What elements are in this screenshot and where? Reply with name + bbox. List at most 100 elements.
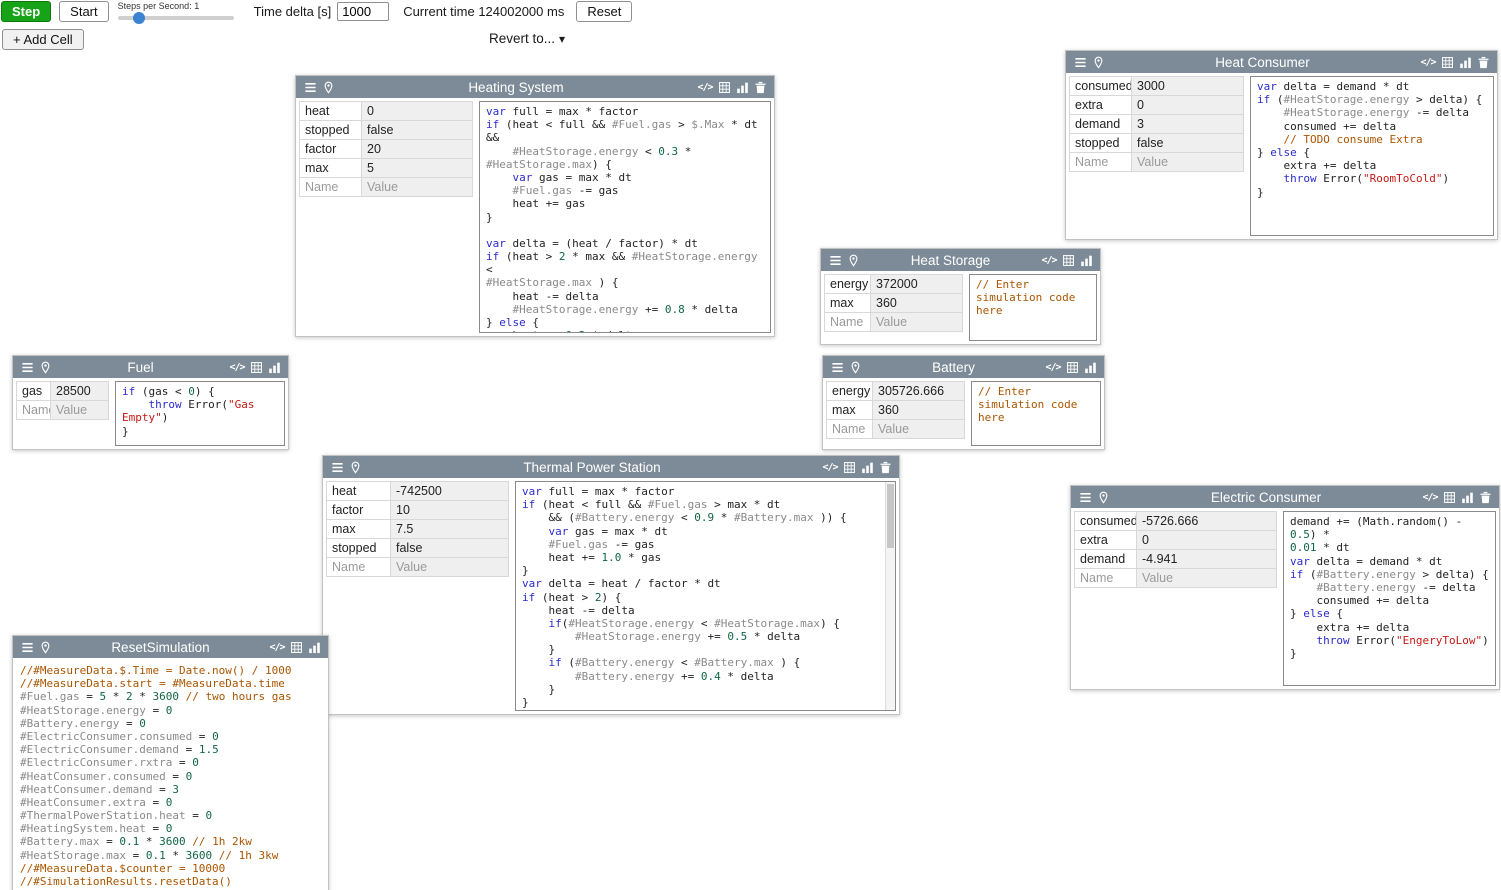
property-key[interactable]: stopped <box>327 539 391 558</box>
property-value[interactable]: 20 <box>362 140 473 159</box>
code-editor[interactable]: // Enter simulation code here <box>969 274 1097 341</box>
code-editor[interactable]: if (gas < 0) { throw Error("Gas Empty") … <box>115 381 285 446</box>
code-editor[interactable]: // Enter simulation code here <box>971 381 1101 446</box>
property-key[interactable]: factor <box>327 501 391 520</box>
code-editor[interactable]: demand += (Math.random() - 0.5) * 0.01 *… <box>1283 511 1496 686</box>
property-key[interactable]: max <box>300 159 362 178</box>
property-value[interactable]: Value <box>871 313 963 332</box>
property-key[interactable]: max <box>827 401 873 420</box>
property-key[interactable]: stopped <box>300 121 362 140</box>
property-value[interactable]: 305726.666 <box>873 382 965 401</box>
time-delta-input[interactable] <box>337 2 389 21</box>
table-view-icon[interactable] <box>1066 361 1079 374</box>
menu-icon[interactable] <box>829 254 842 267</box>
location-pin-icon[interactable] <box>39 361 52 374</box>
start-button[interactable]: Start <box>59 1 108 22</box>
property-key[interactable]: demand <box>1070 115 1132 134</box>
chart-view-icon[interactable] <box>1461 491 1474 504</box>
property-value[interactable]: Value <box>1132 153 1244 172</box>
chart-view-icon[interactable] <box>1080 254 1093 267</box>
table-view-icon[interactable] <box>1441 56 1454 69</box>
menu-icon[interactable] <box>1074 56 1087 69</box>
property-key[interactable]: Name <box>827 420 873 439</box>
property-key[interactable]: energy <box>827 382 873 401</box>
chart-view-icon[interactable] <box>1084 361 1097 374</box>
code-editor[interactable]: var full = max * factor if (heat < full … <box>516 482 885 710</box>
menu-icon[interactable] <box>21 641 34 654</box>
menu-icon[interactable] <box>21 361 34 374</box>
location-pin-icon[interactable] <box>1097 491 1110 504</box>
property-value[interactable]: 0 <box>1137 531 1277 550</box>
panel-header[interactable]: Electric Consumer </> <box>1071 486 1499 508</box>
chart-view-icon[interactable] <box>308 641 321 654</box>
chart-view-icon[interactable] <box>268 361 281 374</box>
add-cell-button[interactable]: + Add Cell <box>2 29 84 50</box>
property-key[interactable]: Name <box>17 401 51 420</box>
steps-per-second-slider[interactable] <box>118 16 234 20</box>
property-value[interactable]: 0 <box>1132 96 1244 115</box>
code-editor[interactable]: var full = max * factor if (heat < full … <box>479 101 771 333</box>
location-pin-icon[interactable] <box>349 461 362 474</box>
property-key[interactable]: Name <box>825 313 871 332</box>
panel-header[interactable]: ResetSimulation </> <box>13 636 328 658</box>
code-view-icon[interactable]: </> <box>1041 255 1056 266</box>
code-view-icon[interactable]: </> <box>1420 57 1435 68</box>
code-editor[interactable]: var delta = demand * dt if (#HeatStorage… <box>1250 76 1494 236</box>
property-value[interactable]: -4.941 <box>1137 550 1277 569</box>
location-pin-icon[interactable] <box>39 641 52 654</box>
location-pin-icon[interactable] <box>1092 56 1105 69</box>
code-view-icon[interactable]: </> <box>697 82 712 93</box>
menu-icon[interactable] <box>831 361 844 374</box>
property-key[interactable]: demand <box>1075 550 1137 569</box>
property-key[interactable]: consumed <box>1070 77 1132 96</box>
property-value[interactable]: 10 <box>391 501 509 520</box>
panel-header[interactable]: Fuel </> <box>13 356 288 378</box>
code-view-icon[interactable]: </> <box>269 642 284 653</box>
trash-icon[interactable] <box>1477 56 1490 69</box>
property-key[interactable]: heat <box>300 102 362 121</box>
code-editor[interactable]: //#MeasureData.$.Time = Date.now() / 100… <box>16 661 325 889</box>
property-value[interactable]: 3 <box>1132 115 1244 134</box>
trash-icon[interactable] <box>879 461 892 474</box>
table-view-icon[interactable] <box>290 641 303 654</box>
trash-icon[interactable] <box>1479 491 1492 504</box>
property-key[interactable]: Name <box>1075 569 1137 588</box>
property-value[interactable]: 3000 <box>1132 77 1244 96</box>
property-key[interactable]: stopped <box>1070 134 1132 153</box>
table-view-icon[interactable] <box>718 81 731 94</box>
property-key[interactable]: extra <box>1070 96 1132 115</box>
property-key[interactable]: energy <box>825 275 871 294</box>
property-key[interactable]: consumed <box>1075 512 1137 531</box>
property-value[interactable]: false <box>1132 134 1244 153</box>
property-key[interactable]: factor <box>300 140 362 159</box>
property-value[interactable]: 360 <box>871 294 963 313</box>
revert-dropdown[interactable]: Revert to...▾ <box>489 31 565 46</box>
menu-icon[interactable] <box>1079 491 1092 504</box>
panel-header[interactable]: Heating System </> <box>296 76 774 98</box>
property-key[interactable]: Name <box>1070 153 1132 172</box>
property-key[interactable]: max <box>327 520 391 539</box>
panel-header[interactable]: Heat Storage </> <box>821 249 1100 271</box>
code-view-icon[interactable]: </> <box>229 362 244 373</box>
property-key[interactable]: max <box>825 294 871 313</box>
panel-header[interactable]: Thermal Power Station </> <box>323 456 899 478</box>
chart-view-icon[interactable] <box>1459 56 1472 69</box>
code-view-icon[interactable]: </> <box>822 462 837 473</box>
panel-header[interactable]: Battery </> <box>823 356 1104 378</box>
property-value[interactable]: Value <box>873 420 965 439</box>
location-pin-icon[interactable] <box>847 254 860 267</box>
step-button[interactable]: Step <box>1 1 51 22</box>
property-value[interactable]: Value <box>391 558 509 577</box>
trash-icon[interactable] <box>754 81 767 94</box>
menu-icon[interactable] <box>304 81 317 94</box>
table-view-icon[interactable] <box>843 461 856 474</box>
property-value[interactable]: -5726.666 <box>1137 512 1277 531</box>
chart-view-icon[interactable] <box>736 81 749 94</box>
property-value[interactable]: Value <box>362 178 473 197</box>
property-value[interactable]: -742500 <box>391 482 509 501</box>
property-value[interactable]: false <box>391 539 509 558</box>
chart-view-icon[interactable] <box>861 461 874 474</box>
property-value[interactable]: Value <box>51 401 109 420</box>
property-value[interactable]: 0 <box>362 102 473 121</box>
location-pin-icon[interactable] <box>322 81 335 94</box>
